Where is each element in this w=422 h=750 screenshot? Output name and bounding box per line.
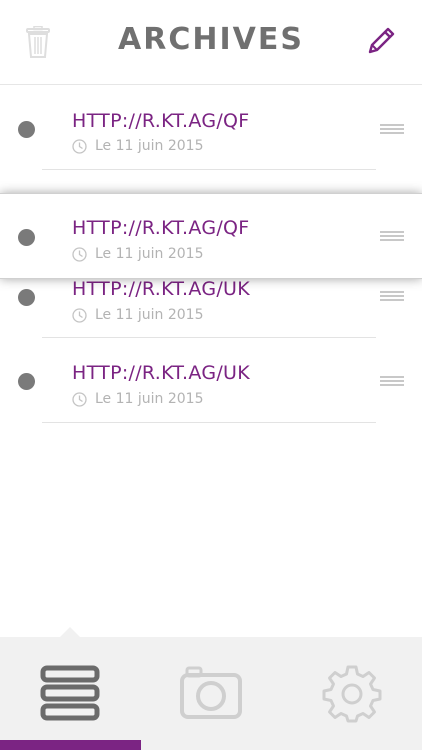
app-header: ARCHIVES bbox=[0, 0, 422, 85]
drag-handle-icon[interactable] bbox=[380, 291, 404, 302]
item-url: HTTP://R.KT.AG/QF bbox=[72, 110, 250, 132]
item-date: Le 11 juin 2015 bbox=[72, 307, 204, 323]
item-date-text: Le 11 juin 2015 bbox=[95, 391, 204, 407]
page-title: ARCHIVES bbox=[118, 22, 304, 57]
dragged-list-item[interactable]: HTTP://R.KT.AG/QF Le 11 juin 2015 bbox=[0, 193, 422, 279]
status-dot bbox=[18, 121, 35, 138]
active-tab-pointer bbox=[60, 627, 80, 637]
list-item[interactable]: HTTP://R.KT.AG/QF Le 11 juin 2015 bbox=[0, 86, 422, 170]
camera-icon bbox=[180, 666, 242, 719]
item-date: Le 11 juin 2015 bbox=[72, 138, 204, 154]
item-url: HTTP://R.KT.AG/UK bbox=[72, 278, 251, 300]
row-divider bbox=[42, 337, 376, 338]
tab-list[interactable] bbox=[0, 637, 140, 750]
status-dot bbox=[18, 373, 35, 390]
drag-handle-icon[interactable] bbox=[380, 376, 404, 387]
item-url: HTTP://R.KT.AG/UK bbox=[72, 362, 251, 384]
item-date-text: Le 11 juin 2015 bbox=[95, 246, 204, 262]
item-date-text: Le 11 juin 2015 bbox=[95, 307, 204, 323]
item-date-text: Le 11 juin 2015 bbox=[95, 138, 204, 154]
status-dot bbox=[18, 229, 35, 246]
tab-bar bbox=[0, 627, 422, 750]
list-icon bbox=[40, 665, 100, 721]
pencil-icon[interactable] bbox=[364, 24, 398, 58]
tab-camera[interactable] bbox=[141, 637, 281, 750]
clock-icon bbox=[72, 138, 87, 154]
clock-icon bbox=[72, 391, 87, 407]
drag-handle-icon[interactable] bbox=[380, 231, 404, 242]
row-divider bbox=[42, 422, 376, 423]
active-tab-indicator bbox=[0, 740, 141, 750]
item-date: Le 11 juin 2015 bbox=[72, 246, 204, 262]
tab-settings[interactable] bbox=[282, 637, 422, 750]
row-divider bbox=[42, 169, 376, 170]
clock-icon bbox=[72, 307, 87, 323]
drag-handle-icon[interactable] bbox=[380, 124, 404, 135]
gear-icon bbox=[322, 665, 382, 723]
list-item[interactable]: HTTP://R.KT.AG/UK Le 11 juin 2015 bbox=[0, 340, 422, 424]
clock-icon bbox=[72, 246, 87, 262]
status-dot bbox=[18, 289, 35, 306]
item-date: Le 11 juin 2015 bbox=[72, 391, 204, 407]
item-url: HTTP://R.KT.AG/QF bbox=[72, 217, 250, 239]
